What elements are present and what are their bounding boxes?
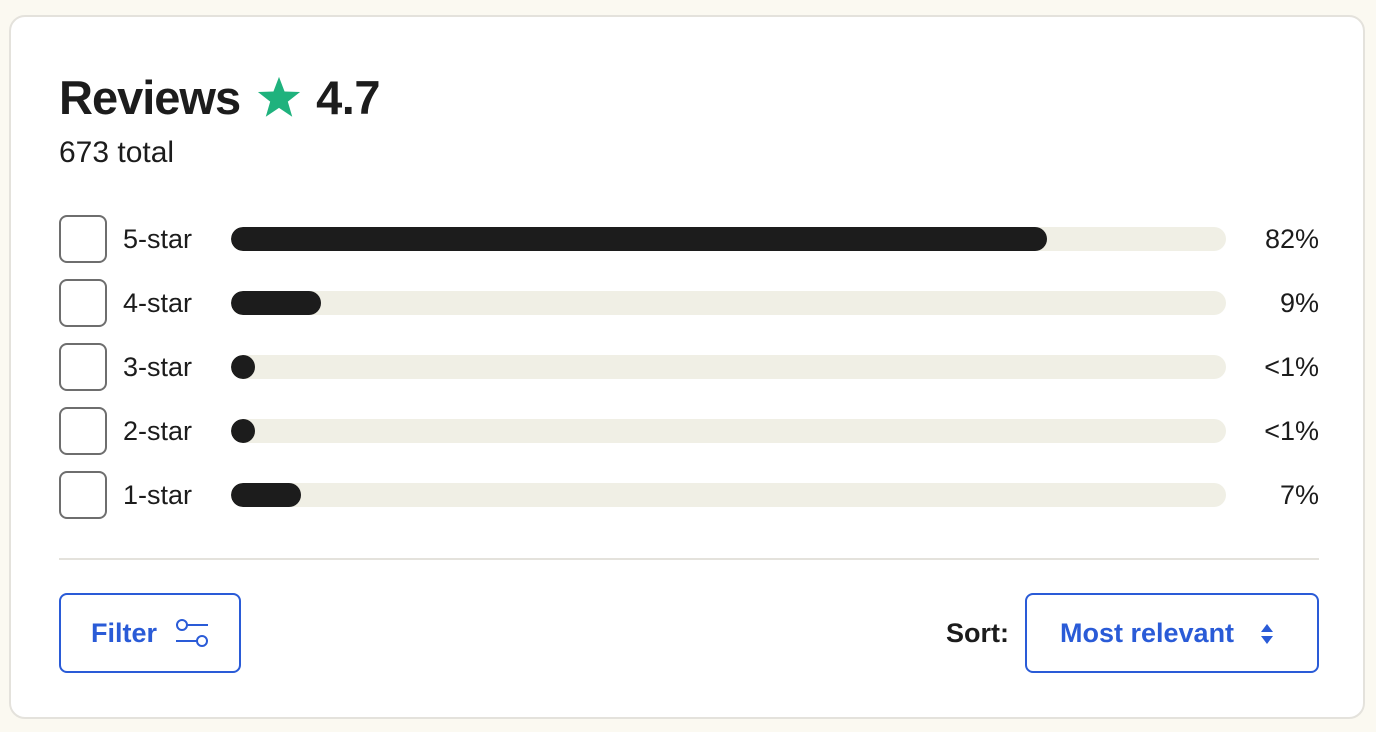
rating-row-5: 5-star 82% [59, 215, 1319, 263]
filter-2-star-checkbox[interactable] [59, 407, 107, 455]
rating-bar-fill [231, 291, 321, 315]
sort-label: Sort: [946, 618, 1009, 648]
filter-3-star-checkbox[interactable] [59, 343, 107, 391]
rating-breakdown: 5-star 82% 4-star 9% 3-star <1% 2-star <… [59, 215, 1319, 535]
rating-row-label: 2-star [123, 416, 193, 446]
reviews-card: Reviews 4.7 673 total 5-star 82% 4-star … [9, 15, 1365, 719]
rating-bar-track [231, 419, 1226, 443]
rating-row-percent: <1% [1264, 416, 1319, 446]
rating-row-percent: 7% [1279, 480, 1319, 510]
rating-bar-track [231, 227, 1226, 251]
rating-row-1: 1-star 7% [59, 471, 1319, 519]
average-rating: 4.7 [316, 70, 380, 124]
rating-row-percent: <1% [1264, 352, 1319, 382]
section-divider [59, 558, 1319, 560]
filter-4-star-checkbox[interactable] [59, 279, 107, 327]
rating-row-label: 4-star [123, 288, 193, 318]
rating-bar-fill [231, 483, 301, 507]
rating-row-label: 5-star [123, 224, 193, 254]
rating-row-percent: 9% [1279, 288, 1319, 318]
sort-select[interactable]: Most relevant [1025, 593, 1319, 673]
rating-row-percent: 82% [1264, 224, 1319, 254]
rating-row-label: 3-star [123, 352, 193, 382]
sort-arrows-icon [1261, 624, 1273, 644]
rating-row-3: 3-star <1% [59, 343, 1319, 391]
reviews-header: Reviews 4.7 [59, 67, 380, 127]
filter-5-star-checkbox[interactable] [59, 215, 107, 263]
sliders-icon [176, 619, 208, 647]
star-icon [258, 76, 301, 117]
rating-bar-track [231, 483, 1226, 507]
rating-row-2: 2-star <1% [59, 407, 1319, 455]
rating-bar-fill [231, 419, 255, 443]
rating-row-label: 1-star [123, 480, 193, 510]
rating-row-4: 4-star 9% [59, 279, 1319, 327]
filter-1-star-checkbox[interactable] [59, 471, 107, 519]
rating-bar-track [231, 355, 1226, 379]
rating-bar-fill [231, 355, 255, 379]
review-total-count: 673 total [59, 136, 175, 169]
filter-button-label: Filter [90, 617, 157, 648]
rating-bar-fill [231, 227, 1047, 251]
rating-bar-track [231, 291, 1226, 315]
sort-selected-value: Most relevant [1060, 617, 1235, 648]
filter-button[interactable]: Filter [59, 593, 241, 673]
reviews-title: Reviews [59, 70, 241, 124]
